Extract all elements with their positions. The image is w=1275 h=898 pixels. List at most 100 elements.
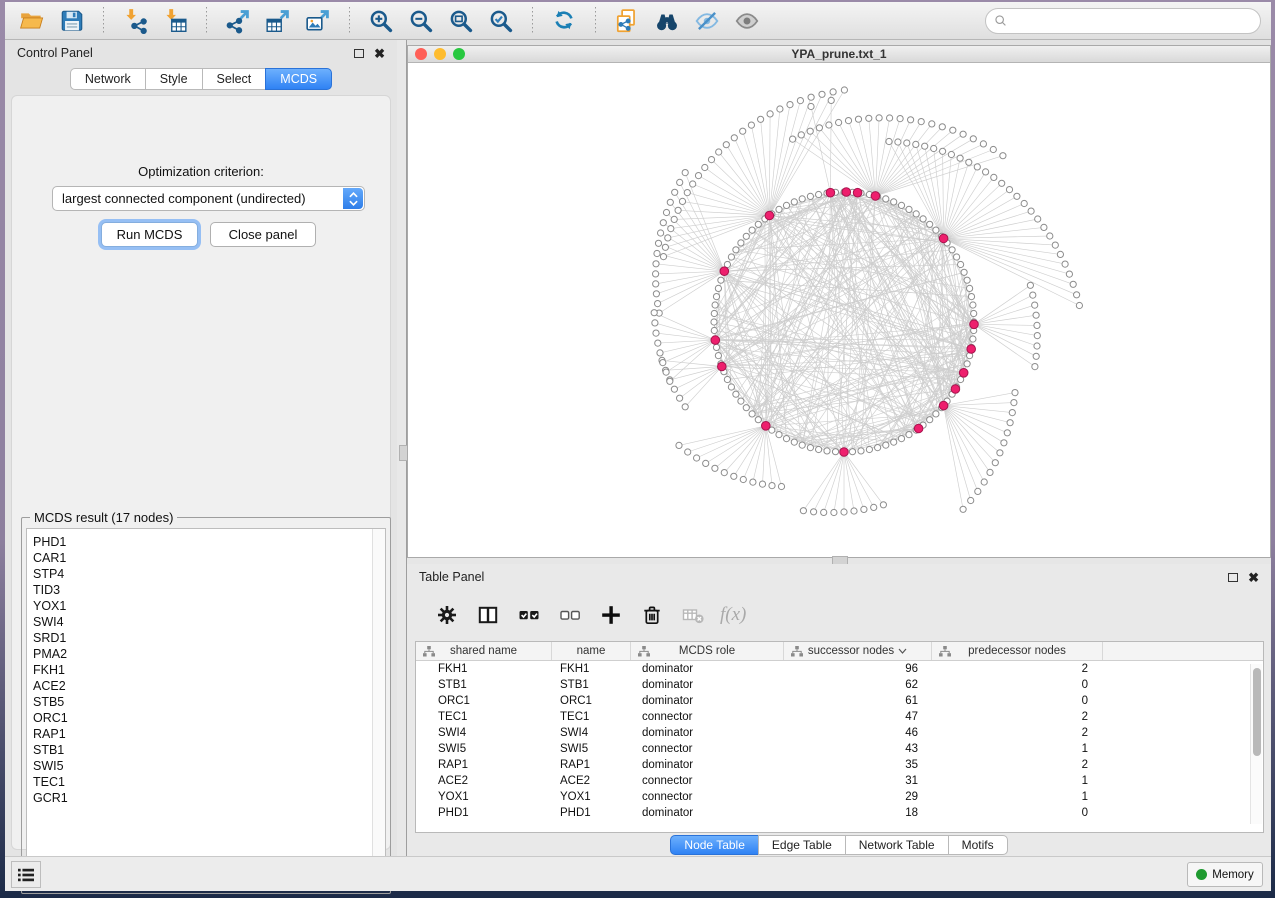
tab-edge-table[interactable]: Edge Table [758, 835, 845, 855]
table-cell[interactable]: YOX1 [416, 789, 552, 805]
table-cell[interactable]: connector [631, 741, 784, 757]
table-cell[interactable]: YOX1 [552, 789, 631, 805]
mcds-node-item[interactable]: SRD1 [33, 630, 385, 646]
table-cell[interactable]: 0 [932, 677, 1103, 693]
mcds-node-item[interactable]: YOX1 [33, 598, 385, 614]
table-cell[interactable]: TEC1 [552, 709, 631, 725]
zoom-in-icon[interactable] [364, 6, 398, 36]
network-canvas[interactable] [408, 63, 1270, 557]
column-header-MCDS-role[interactable]: MCDS role [631, 642, 784, 660]
table-cell[interactable]: connector [631, 789, 784, 805]
table-row[interactable]: SWI5SWI5connector431 [416, 741, 1263, 757]
table-scrollbar[interactable] [1250, 664, 1262, 824]
zoom-selected-icon[interactable] [484, 6, 518, 36]
table-cell[interactable]: 1 [932, 789, 1103, 805]
table-cell[interactable]: STB1 [416, 677, 552, 693]
close-table-panel-icon[interactable]: ✖ [1248, 571, 1259, 584]
table-cell[interactable]: TEC1 [416, 709, 552, 725]
column-header-successor-nodes[interactable]: successor nodes [784, 642, 932, 660]
close-panel-icon[interactable]: ✖ [374, 47, 385, 60]
table-scrollbar-thumb[interactable] [1253, 668, 1261, 756]
table-cell[interactable]: 0 [932, 805, 1103, 821]
table-row[interactable]: FKH1FKH1dominator962 [416, 661, 1263, 677]
mcds-node-item[interactable]: STB1 [33, 742, 385, 758]
table-cell[interactable]: dominator [631, 725, 784, 741]
table-cell[interactable]: 1 [932, 741, 1103, 757]
mcds-node-item[interactable]: STP4 [33, 566, 385, 582]
tab-style[interactable]: Style [145, 68, 202, 90]
mcds-node-item[interactable]: FKH1 [33, 662, 385, 678]
table-cell[interactable]: FKH1 [552, 661, 631, 677]
gear-icon[interactable] [429, 599, 465, 631]
save-session-icon[interactable] [55, 6, 89, 36]
table-cell[interactable]: STB1 [552, 677, 631, 693]
table-cell[interactable]: RAP1 [416, 757, 552, 773]
mcds-node-item[interactable]: TEC1 [33, 774, 385, 790]
table-cell[interactable]: RAP1 [552, 757, 631, 773]
table-cell[interactable]: 61 [784, 693, 932, 709]
table-cell[interactable]: 2 [932, 757, 1103, 773]
task-history-button[interactable] [11, 861, 41, 888]
mcds-list-scrollbar[interactable] [372, 529, 385, 888]
table-cell[interactable]: 62 [784, 677, 932, 693]
delete-column-icon[interactable] [634, 599, 670, 631]
table-cell[interactable]: 35 [784, 757, 932, 773]
mcds-node-item[interactable]: GCR1 [33, 790, 385, 806]
table-cell[interactable]: dominator [631, 693, 784, 709]
tab-network[interactable]: Network [70, 68, 145, 90]
mcds-node-item[interactable]: STB5 [33, 694, 385, 710]
table-cell[interactable]: dominator [631, 757, 784, 773]
mcds-node-item[interactable]: PHD1 [33, 534, 385, 550]
mcds-node-item[interactable]: SWI4 [33, 614, 385, 630]
fit-content-icon[interactable] [444, 6, 478, 36]
float-table-panel-icon[interactable] [1228, 573, 1238, 582]
export-network-icon[interactable] [221, 6, 255, 36]
table-cell[interactable]: 1 [932, 773, 1103, 789]
mcds-node-item[interactable]: TID3 [33, 582, 385, 598]
table-cell[interactable]: ACE2 [552, 773, 631, 789]
criterion-dropdown[interactable]: largest connected component (undirected) [52, 186, 365, 211]
tab-network-table[interactable]: Network Table [845, 835, 948, 855]
table-cell[interactable]: 47 [784, 709, 932, 725]
table-cell[interactable]: 31 [784, 773, 932, 789]
table-row[interactable]: ACE2ACE2connector311 [416, 773, 1263, 789]
table-cell[interactable]: SWI4 [416, 725, 552, 741]
network-graph[interactable] [408, 63, 1270, 557]
mcds-node-item[interactable]: PMA2 [33, 646, 385, 662]
table-row[interactable]: TEC1TEC1connector472 [416, 709, 1263, 725]
table-cell[interactable]: 2 [932, 661, 1103, 677]
mcds-node-item[interactable]: ORC1 [33, 710, 385, 726]
table-cell[interactable]: ACE2 [416, 773, 552, 789]
mcds-node-item[interactable]: ACE2 [33, 678, 385, 694]
table-cell[interactable]: 96 [784, 661, 932, 677]
table-cell[interactable]: SWI4 [552, 725, 631, 741]
column-header-name[interactable]: name [552, 642, 631, 660]
memory-button[interactable]: Memory [1187, 862, 1263, 887]
table-row[interactable]: SWI4SWI4dominator462 [416, 725, 1263, 741]
network-window-titlebar[interactable]: YPA_prune.txt_1 [408, 46, 1270, 63]
zoom-out-icon[interactable] [404, 6, 438, 36]
table-cell[interactable]: SWI5 [416, 741, 552, 757]
table-cell[interactable]: 0 [932, 693, 1103, 709]
table-cell[interactable]: dominator [631, 805, 784, 821]
search-input[interactable] [985, 8, 1261, 34]
export-image-icon[interactable] [301, 6, 335, 36]
select-all-icon[interactable] [511, 599, 547, 631]
table-cell[interactable]: 18 [784, 805, 932, 821]
table-cell[interactable]: dominator [631, 677, 784, 693]
table-cell[interactable]: PHD1 [416, 805, 552, 821]
refresh-layout-icon[interactable] [547, 6, 581, 36]
table-cell[interactable]: 2 [932, 725, 1103, 741]
tab-node-table[interactable]: Node Table [670, 835, 758, 855]
show-columns-icon[interactable] [470, 599, 506, 631]
table-cell[interactable]: 43 [784, 741, 932, 757]
tab-mcds[interactable]: MCDS [265, 68, 332, 90]
column-header-predecessor-nodes[interactable]: predecessor nodes [932, 642, 1103, 660]
table-cell[interactable]: connector [631, 773, 784, 789]
close-panel-button[interactable]: Close panel [210, 222, 316, 247]
table-cell[interactable]: PHD1 [552, 805, 631, 821]
mcds-node-item[interactable]: SWI5 [33, 758, 385, 774]
table-cell[interactable]: 29 [784, 789, 932, 805]
first-neighbors-icon[interactable] [650, 6, 684, 36]
table-cell[interactable]: SWI5 [552, 741, 631, 757]
